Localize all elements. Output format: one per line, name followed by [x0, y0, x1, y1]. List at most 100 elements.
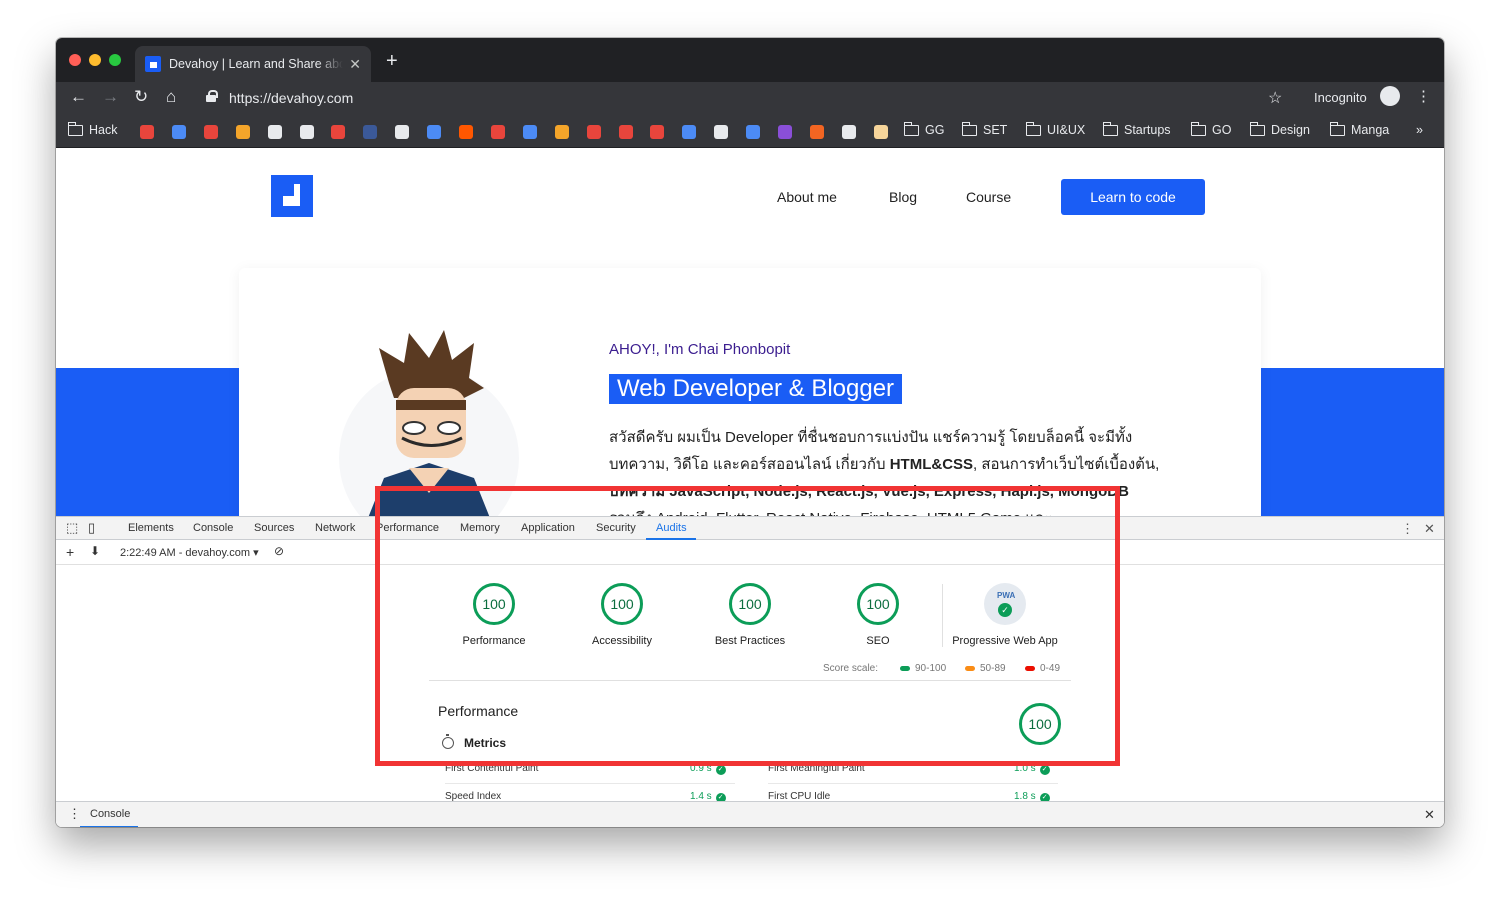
bookmark-favicon-icon[interactable]: [363, 125, 378, 139]
drawer-menu-icon[interactable]: ⋮: [68, 806, 81, 822]
bookmark-favicon-icon[interactable]: [746, 125, 761, 139]
close-drawer-icon[interactable]: ✕: [1424, 807, 1435, 823]
bookmark-favicon-icon[interactable]: [809, 125, 824, 139]
drawer-tab-console[interactable]: Console: [90, 808, 130, 820]
bookmark-favicon-icon[interactable]: [778, 125, 792, 139]
bookmark-favicon-icon[interactable]: [395, 125, 410, 139]
hero-card: AHOY!, I'm Chai Phonbopit Web Developer …: [239, 268, 1261, 516]
forward-arrow-icon[interactable]: →: [102, 87, 119, 107]
bookmark-folder-gg[interactable]: GG: [903, 121, 945, 137]
clear-reports-icon[interactable]: ⊘: [274, 544, 284, 558]
bookmark-favicon-icon[interactable]: [459, 125, 473, 139]
home-icon[interactable]: ⌂: [166, 87, 176, 107]
bookmark-favicon-icon[interactable]: [235, 125, 250, 139]
greeting-text: AHOY!, I'm Chai Phonbopit: [609, 341, 791, 358]
bookmark-favicon-icon[interactable]: [714, 125, 729, 139]
bookmarks-overflow-button[interactable]: »: [1416, 123, 1423, 137]
incognito-icon[interactable]: [1380, 86, 1400, 106]
folder-icon: [1190, 121, 1206, 136]
reload-icon[interactable]: ↻: [134, 87, 148, 107]
bookmark-favicon-icon[interactable]: [203, 125, 218, 139]
bookmark-folder-manga[interactable]: Manga: [1329, 121, 1390, 137]
learn-to-code-button[interactable]: Learn to code: [1061, 179, 1205, 215]
address-bar[interactable]: https://devahoy.com: [194, 84, 1296, 112]
folder-icon: [903, 121, 919, 136]
report-selector-label: 2:22:49 AM - devahoy.com: [120, 547, 251, 559]
intro-line: สวัสดีครับ ผมเป็น Developer ที่ชื่นชอบกา…: [609, 429, 1133, 446]
bookmark-favicon-icon[interactable]: [522, 125, 537, 139]
bookmark-favicon-icon[interactable]: [267, 125, 282, 139]
html-css-link[interactable]: HTML&CSS: [890, 456, 973, 473]
bookmark-folder-uiux[interactable]: UI&UX: [1025, 121, 1085, 137]
bookmark-favicon-icon[interactable]: [682, 125, 697, 139]
window-controls: [69, 54, 121, 66]
bookmark-label: SET: [983, 123, 1008, 137]
browser-toolbar: ← → ↻ ⌂ https://devahoy.com ☆ Incognito …: [56, 82, 1444, 114]
download-report-icon[interactable]: ⬇: [90, 544, 100, 558]
metric-separator: [445, 783, 735, 784]
bookmark-label: Manga: [1351, 123, 1390, 137]
browser-tab[interactable]: Devahoy | Learn and Share abc ✕: [135, 46, 371, 82]
intro-line: บทความ, วิดีโอ และคอร์สออนไลน์ เกี่ยวกับ…: [609, 451, 1189, 478]
bookmark-favicon-icon[interactable]: [873, 125, 888, 139]
bookmark-favicon-icon[interactable]: [490, 125, 505, 139]
folder-icon: [1102, 121, 1118, 136]
nav-blog[interactable]: Blog: [889, 189, 917, 205]
devtools-menu-icon[interactable]: ⋮: [1401, 521, 1414, 537]
devahoy-logo[interactable]: [271, 175, 313, 217]
bookmark-favicon-icon[interactable]: [650, 125, 665, 139]
intro-text: , สอนการทำเว็บไซต์เบื้องต้น,: [973, 456, 1160, 473]
minimize-window-button[interactable]: [89, 54, 101, 66]
close-window-button[interactable]: [69, 54, 81, 66]
maximize-window-button[interactable]: [109, 54, 121, 66]
bookmark-folder-startups[interactable]: Startups: [1102, 121, 1171, 137]
tab-network[interactable]: Network: [315, 522, 355, 534]
check-icon: ✓: [1039, 765, 1050, 775]
inspect-element-icon[interactable]: ⬚: [66, 520, 78, 536]
nav-about-me[interactable]: About me: [777, 189, 837, 205]
tab-elements[interactable]: Elements: [128, 522, 174, 534]
close-devtools-icon[interactable]: ✕: [1424, 521, 1435, 537]
bookmark-label: Hack: [89, 123, 118, 137]
new-audit-icon[interactable]: +: [66, 544, 74, 560]
tab-console[interactable]: Console: [193, 522, 233, 534]
tab-sources[interactable]: Sources: [254, 522, 294, 534]
bookmark-label: GO: [1212, 123, 1232, 137]
browser-menu-icon[interactable]: ⋮: [1416, 87, 1431, 105]
back-arrow-icon[interactable]: ←: [70, 87, 87, 107]
bookmark-label: GG: [925, 123, 945, 137]
tab-title: Devahoy | Learn and Share abc: [169, 57, 344, 71]
device-toolbar-icon[interactable]: ▯: [88, 520, 95, 536]
folder-icon: [961, 121, 977, 136]
bookmark-folder-hack[interactable]: Hack: [67, 121, 118, 137]
bookmark-label: Startups: [1124, 123, 1171, 137]
bookmark-folder-set[interactable]: SET: [961, 121, 1008, 137]
check-icon: ✓: [715, 765, 726, 775]
web-page: About me Blog Course Learn to code AHOY!…: [56, 149, 1444, 516]
bookmark-favicon-icon[interactable]: [586, 125, 601, 139]
nav-course[interactable]: Course: [966, 189, 1011, 205]
lock-icon: [206, 90, 218, 102]
bookmark-favicon-icon[interactable]: [331, 125, 346, 139]
bookmark-star-icon[interactable]: ☆: [1268, 88, 1282, 108]
folder-icon: [1025, 121, 1041, 136]
bookmark-favicon-icon[interactable]: [554, 125, 569, 139]
profile-label[interactable]: Incognito: [1314, 90, 1367, 105]
devtools-drawer: ⋮ Console ✕: [56, 801, 1444, 827]
close-tab-icon[interactable]: ✕: [349, 56, 361, 73]
bookmarks-bar: Hack GG SET UI&UX Startups GO Design Man…: [56, 114, 1444, 148]
bookmark-favicon-icon[interactable]: [171, 125, 186, 139]
bookmark-favicon-icon[interactable]: [618, 125, 633, 139]
folder-icon: [67, 121, 83, 136]
bookmark-favicon-icon[interactable]: [427, 125, 442, 139]
bookmark-favicon-icon[interactable]: [841, 125, 856, 139]
url-text: https://devahoy.com: [229, 90, 354, 106]
bookmark-folder-design[interactable]: Design: [1249, 121, 1310, 137]
report-selector[interactable]: 2:22:49 AM - devahoy.com ▾: [120, 546, 259, 559]
devahoy-favicon-icon: [145, 56, 161, 72]
new-tab-button[interactable]: +: [386, 50, 398, 73]
bookmark-favicon-icon[interactable]: [299, 125, 314, 139]
bookmark-favicon-icon[interactable]: [140, 125, 154, 139]
bookmark-folder-go[interactable]: GO: [1190, 121, 1232, 137]
folder-icon: [1329, 121, 1345, 136]
